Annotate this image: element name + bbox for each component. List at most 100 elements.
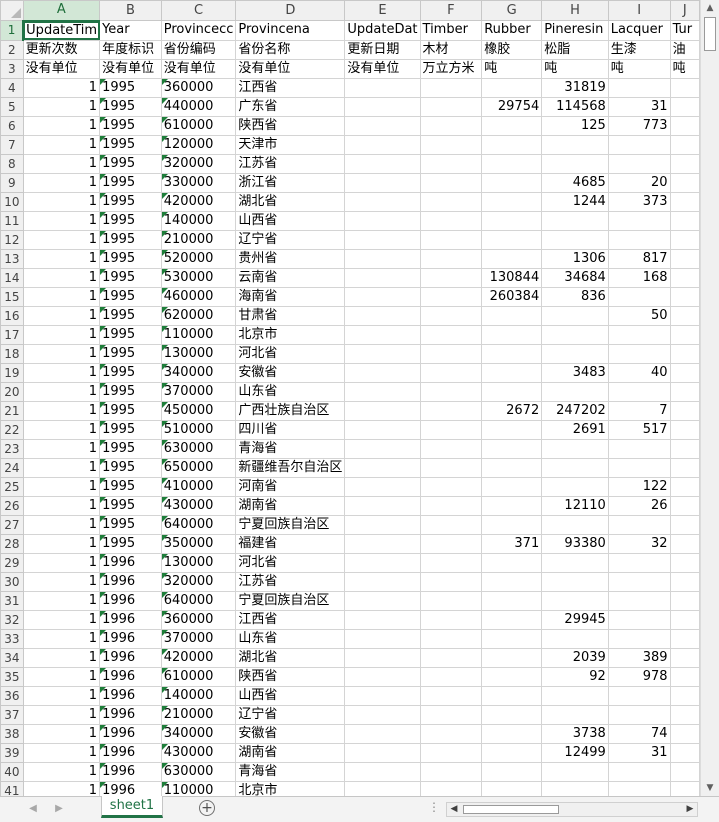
cell[interactable]: 山西省 (235, 685, 346, 706)
cell[interactable]: 1995 (99, 267, 162, 288)
cell[interactable]: 340000 (160, 362, 237, 383)
cell[interactable]: 1996 (99, 742, 162, 763)
cell[interactable] (344, 305, 421, 326)
cell[interactable]: 2039 (541, 647, 609, 668)
cell[interactable] (344, 533, 421, 554)
cell[interactable]: 330000 (160, 172, 237, 193)
cell[interactable]: 630000 (160, 761, 237, 782)
cell[interactable] (344, 96, 421, 117)
row-header[interactable]: 37 (0, 704, 24, 725)
cell[interactable]: 福建省 (235, 533, 346, 554)
cell[interactable]: 371 (481, 533, 543, 554)
column-header-d[interactable]: D (235, 0, 346, 21)
cell[interactable]: 978 (607, 666, 671, 687)
cell[interactable]: 340000 (160, 723, 237, 744)
cell[interactable] (607, 134, 671, 155)
cell[interactable]: 373 (607, 191, 671, 212)
cell[interactable]: 510000 (160, 419, 237, 440)
cell[interactable]: 万立方米 (419, 58, 483, 79)
cell[interactable] (481, 153, 543, 174)
cell[interactable]: 460000 (160, 286, 237, 307)
cell[interactable]: 1 (22, 533, 101, 554)
cell[interactable] (419, 761, 483, 782)
cell[interactable]: 江苏省 (235, 153, 346, 174)
row-header[interactable]: 28 (0, 533, 24, 554)
cell[interactable] (669, 571, 700, 592)
cell[interactable] (419, 400, 483, 421)
cell[interactable]: 389 (607, 647, 671, 668)
cell[interactable] (669, 324, 700, 345)
cell[interactable]: 31 (607, 742, 671, 763)
cell[interactable]: 40 (607, 362, 671, 383)
cell[interactable] (481, 77, 543, 98)
cell[interactable]: 1 (22, 704, 101, 725)
cell[interactable]: 817 (607, 248, 671, 269)
row-header[interactable]: 32 (0, 609, 24, 630)
cell[interactable] (481, 628, 543, 649)
cell[interactable]: 168 (607, 267, 671, 288)
cell[interactable]: 1996 (99, 723, 162, 744)
cell[interactable]: 110000 (160, 780, 237, 796)
cell[interactable] (344, 609, 421, 630)
row-header[interactable]: 8 (0, 153, 24, 174)
cell[interactable]: 北京市 (235, 324, 346, 345)
row-header[interactable]: 20 (0, 381, 24, 402)
cell[interactable]: 1996 (99, 590, 162, 611)
row-header[interactable]: 29 (0, 552, 24, 573)
cell[interactable]: 宁夏回族自治区 (235, 590, 346, 611)
cell[interactable]: 1995 (99, 153, 162, 174)
cell[interactable]: 320000 (160, 153, 237, 174)
cell[interactable] (669, 381, 700, 402)
cell[interactable]: 没有单位 (235, 58, 346, 79)
cell[interactable] (419, 343, 483, 364)
cell[interactable] (481, 343, 543, 364)
select-all-corner[interactable] (0, 0, 24, 21)
cell[interactable] (419, 267, 483, 288)
cell[interactable] (669, 210, 700, 231)
cell[interactable]: 110000 (160, 324, 237, 345)
cell[interactable]: Provincena (235, 20, 346, 41)
cell[interactable]: 北京市 (235, 780, 346, 796)
cell[interactable] (481, 704, 543, 725)
horizontal-scroll-thumb[interactable] (463, 805, 559, 814)
cell[interactable]: 1995 (99, 362, 162, 383)
row-header[interactable]: 12 (0, 229, 24, 250)
cell[interactable]: 1 (22, 457, 101, 478)
cell[interactable]: 省份名称 (235, 39, 346, 60)
cell[interactable]: 1996 (99, 571, 162, 592)
cell[interactable] (344, 362, 421, 383)
cell[interactable]: 1995 (99, 533, 162, 554)
cell[interactable] (541, 210, 609, 231)
cell[interactable] (344, 248, 421, 269)
cell[interactable] (419, 742, 483, 763)
cell[interactable] (541, 761, 609, 782)
cell[interactable] (669, 438, 700, 459)
row-header[interactable]: 16 (0, 305, 24, 326)
cell[interactable] (669, 704, 700, 725)
cell[interactable]: 1995 (99, 248, 162, 269)
cell-rows[interactable]: 1 UpdateTim Year Provincecc Provincena Update… (0, 20, 700, 796)
cell[interactable]: 1 (22, 419, 101, 440)
vertical-scrollbar[interactable]: ▲ ▼ (700, 0, 719, 796)
cell[interactable] (607, 286, 671, 307)
cell[interactable]: 1995 (99, 286, 162, 307)
cell[interactable]: 1 (22, 590, 101, 611)
cell[interactable]: 3738 (541, 723, 609, 744)
row-header[interactable]: 35 (0, 666, 24, 687)
cell[interactable] (607, 609, 671, 630)
cell[interactable]: 1 (22, 628, 101, 649)
cell[interactable] (481, 723, 543, 744)
cell[interactable] (419, 552, 483, 573)
cell[interactable] (481, 115, 543, 136)
cell[interactable]: 360000 (160, 609, 237, 630)
cell[interactable]: 1996 (99, 780, 162, 796)
cell[interactable]: 贵州省 (235, 248, 346, 269)
cell[interactable]: 130844 (481, 267, 543, 288)
row-header[interactable]: 7 (0, 134, 24, 155)
cell[interactable]: 1996 (99, 647, 162, 668)
cell[interactable]: 1 (22, 172, 101, 193)
cell[interactable]: 1995 (99, 324, 162, 345)
cell[interactable] (419, 628, 483, 649)
cell[interactable]: 1 (22, 647, 101, 668)
cell[interactable] (344, 115, 421, 136)
